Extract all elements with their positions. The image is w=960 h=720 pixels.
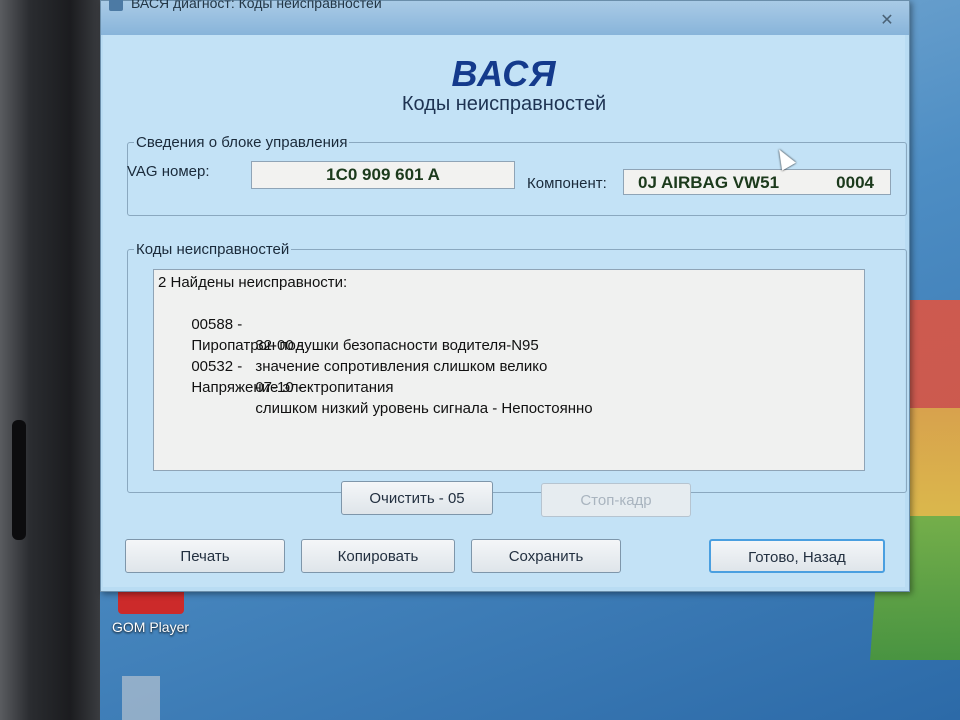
- bezel-notch: [12, 420, 26, 540]
- fault-subcode: 32-00 -: [255, 337, 303, 354]
- copy-button[interactable]: Копировать: [301, 539, 455, 573]
- component-number: 0004: [836, 173, 874, 192]
- fault-codes-group-label: Коды неисправностей: [136, 241, 290, 258]
- monitor-bezel: [0, 0, 100, 720]
- app-name: ВАСЯ: [451, 53, 557, 94]
- fault-subcode: 07-10 -: [255, 379, 303, 396]
- fault-subdescription: слишком низкий уровень сигнала - Непосто…: [255, 400, 593, 417]
- component-value: 0J AIRBAG VW51: [638, 173, 780, 192]
- window-client-area: ВАСЯ Коды неисправностей Сведения о блок…: [103, 35, 907, 587]
- fault-code: 00532 -: [191, 358, 243, 375]
- freeze-frame-button[interactable]: Стоп-кадр: [541, 483, 691, 517]
- component-label: Компонент:: [527, 175, 607, 192]
- vag-number-label: VAG номер:: [127, 163, 210, 180]
- window-title: ВАСЯ диагност: Коды неисправностей: [131, 0, 382, 11]
- desktop-icon-label[interactable]: GOM Player: [112, 619, 189, 635]
- app-icon: [109, 0, 123, 11]
- title-bar[interactable]: ВАСЯ диагност: Коды неисправностей ✕: [101, 0, 909, 35]
- app-window: ВАСЯ диагност: Коды неисправностей ✕ ВАС…: [100, 0, 910, 592]
- fault-subdescription: значение сопротивления слишком велико: [255, 358, 548, 375]
- fault-row: 00588 - Пиропатрон подушки безопасности …: [158, 293, 860, 354]
- vag-number-field: 1C0 909 601 A: [251, 161, 515, 189]
- fault-codes-textbox[interactable]: 2 Найдены неисправности: 00588 - Пиропат…: [153, 269, 865, 471]
- fault-summary: 2 Найдены неисправности:: [158, 274, 348, 291]
- component-field: 0J AIRBAG VW51 0004: [623, 169, 891, 195]
- clear-codes-button[interactable]: Очистить - 05: [341, 481, 493, 515]
- page-title: Коды неисправностей: [401, 93, 607, 115]
- save-button[interactable]: Сохранить: [471, 539, 621, 573]
- close-icon[interactable]: ✕: [871, 11, 903, 31]
- print-button[interactable]: Печать: [125, 539, 285, 573]
- done-back-button[interactable]: Готово, Назад: [709, 539, 885, 573]
- taskbar-item[interactable]: [122, 676, 160, 720]
- ecu-info-group-label: Сведения о блоке управления: [136, 134, 348, 151]
- fault-code: 00588 -: [191, 316, 243, 333]
